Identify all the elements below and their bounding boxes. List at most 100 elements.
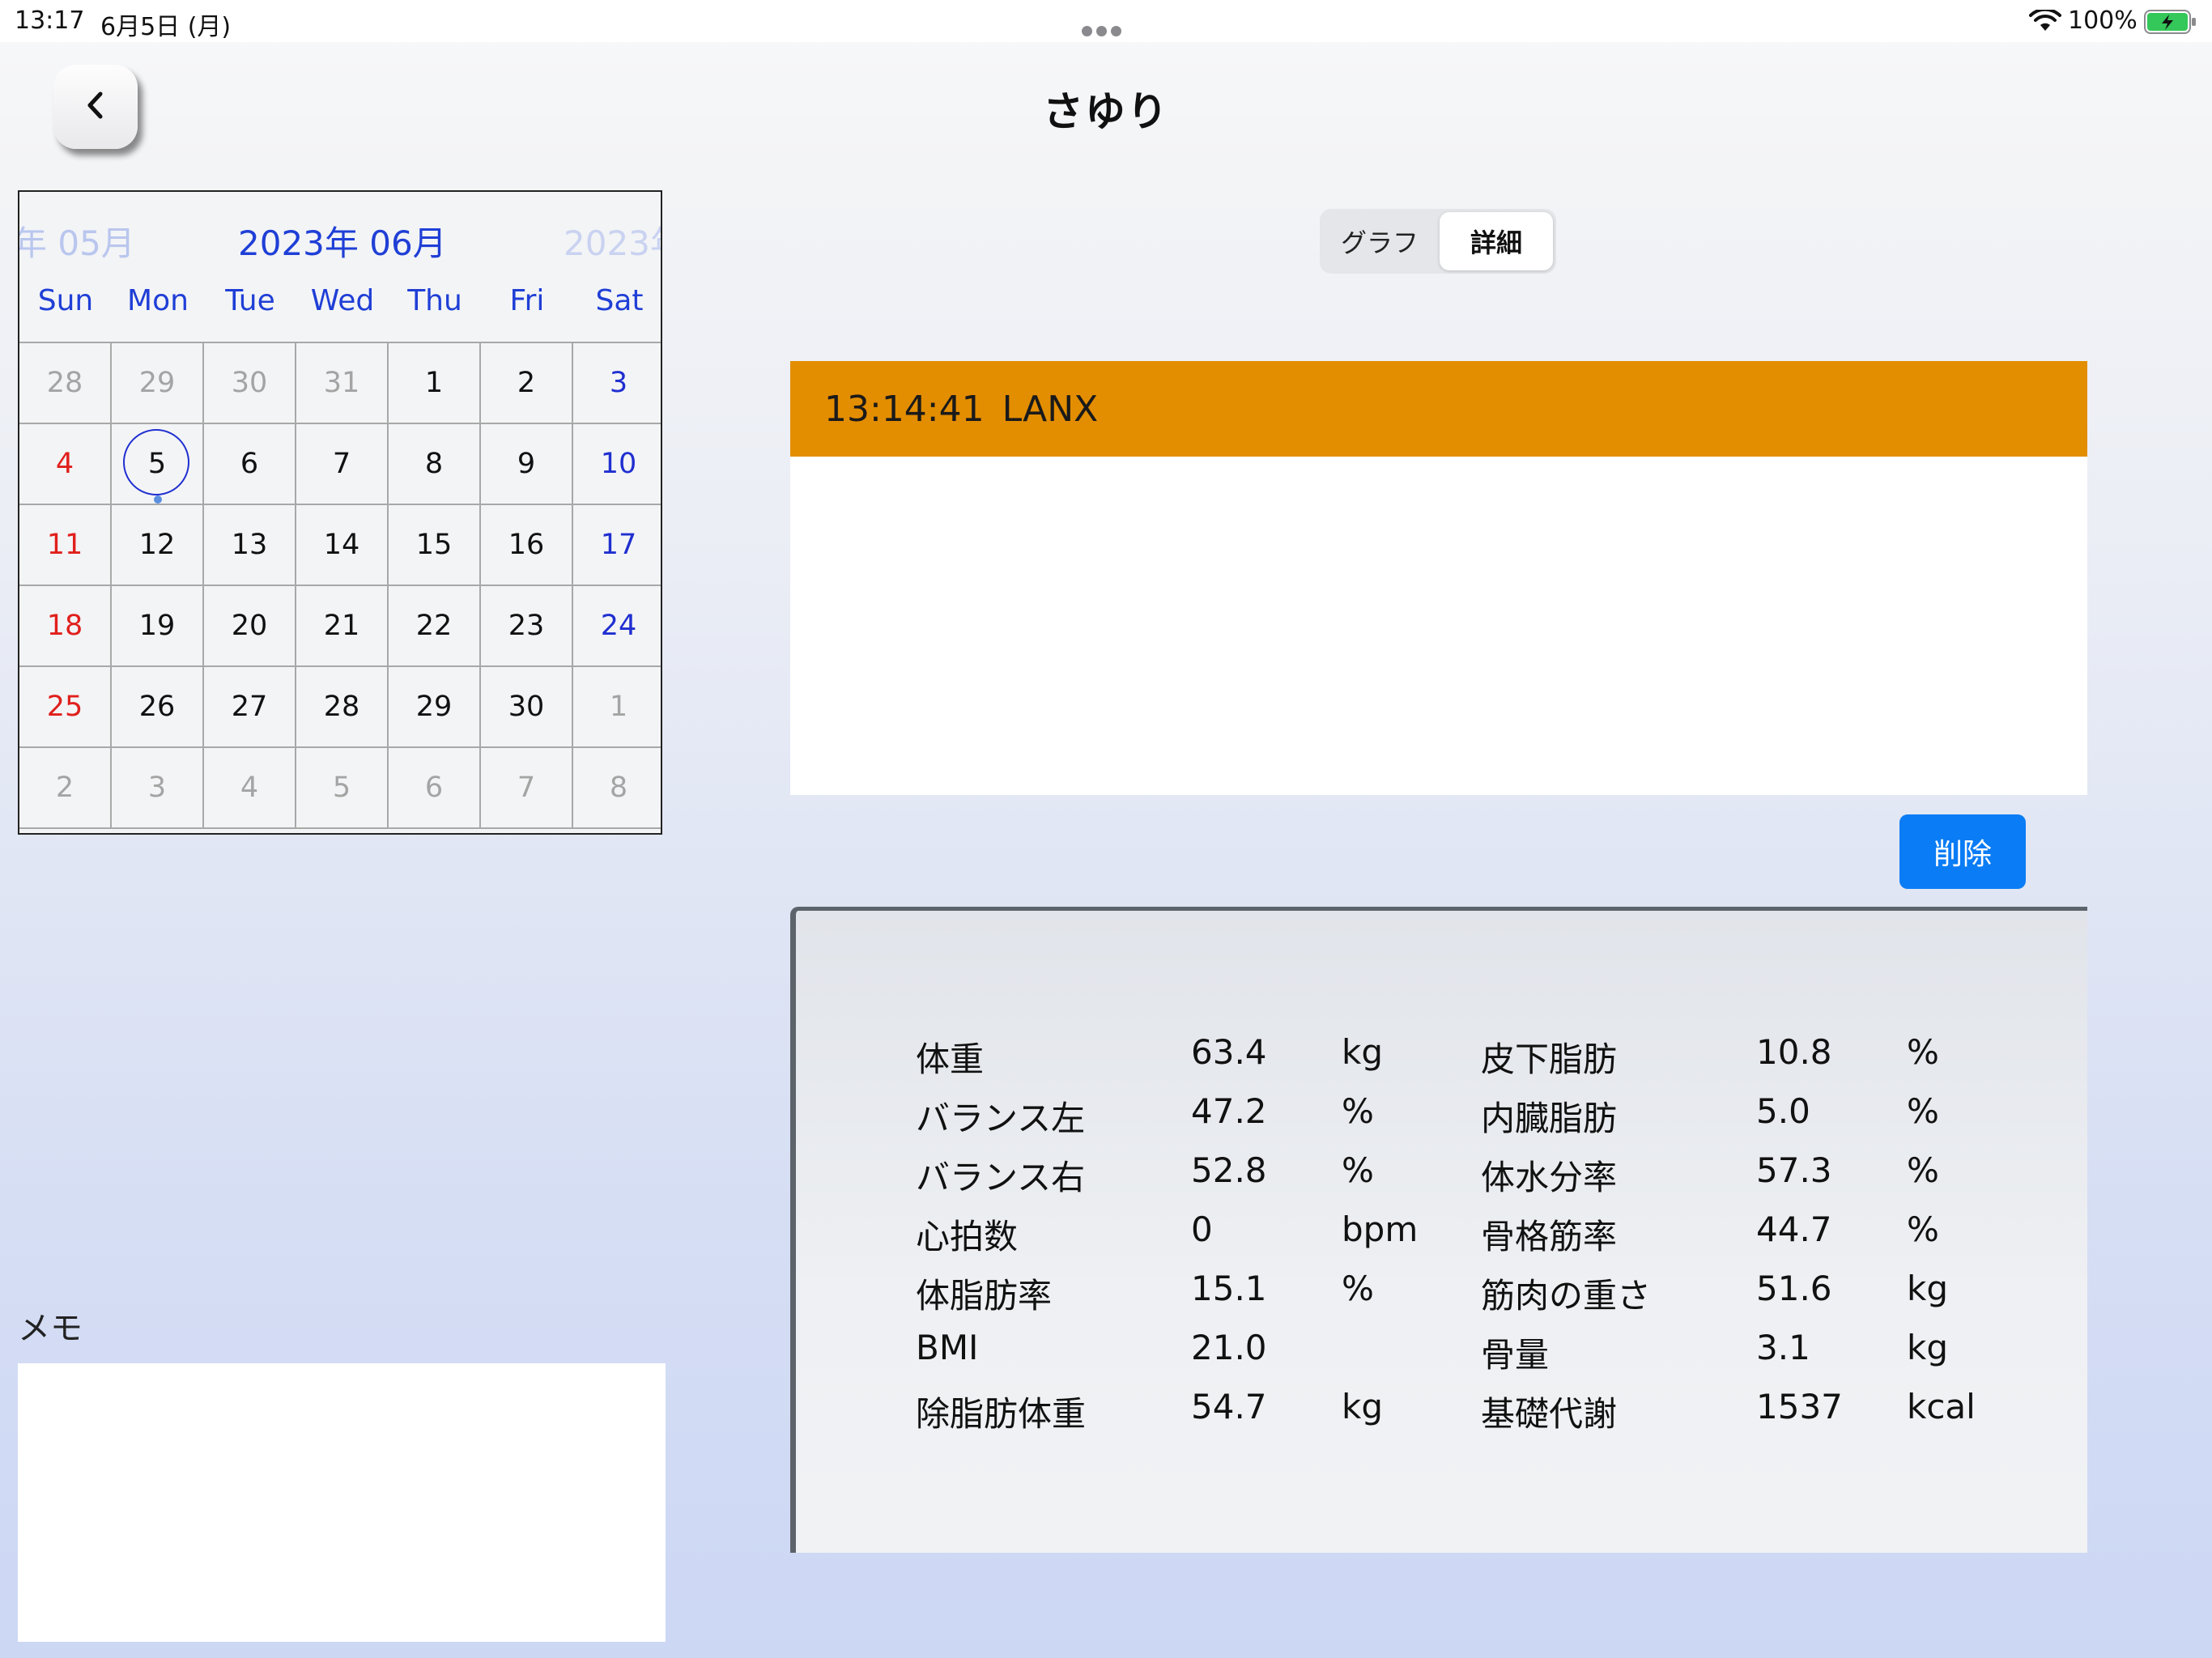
record-list: 13:14:41 LANX bbox=[790, 361, 2087, 795]
calendar-day-label: 7 bbox=[517, 772, 536, 804]
multitasking-dots-icon[interactable] bbox=[1082, 15, 1130, 36]
calendar-day-label: 31 bbox=[323, 367, 360, 399]
calendar-day[interactable]: 5 bbox=[112, 423, 204, 504]
calendar-day[interactable]: 26 bbox=[112, 665, 204, 746]
calendar-day-label: 28 bbox=[323, 691, 360, 723]
calendar-day[interactable]: 27 bbox=[204, 665, 296, 746]
calendar-prev-month[interactable]: 年 05月 bbox=[19, 216, 135, 266]
calendar-day-label: 18 bbox=[46, 610, 83, 642]
calendar-day[interactable]: 30 bbox=[481, 665, 573, 746]
calendar-day[interactable]: 2 bbox=[481, 342, 573, 423]
calendar-day[interactable]: 14 bbox=[296, 504, 389, 585]
calendar-day[interactable]: 3 bbox=[112, 746, 204, 827]
calendar-day[interactable]: 10 bbox=[573, 423, 661, 504]
calendar-day-label: 19 bbox=[138, 610, 176, 642]
calendar-day[interactable]: 17 bbox=[573, 504, 661, 585]
metric-value: 52.8 bbox=[1191, 1150, 1267, 1190]
record-item[interactable]: 13:14:41 LANX bbox=[790, 361, 2087, 457]
calendar-day-label: 6 bbox=[424, 772, 444, 804]
status-bar: 13:17 6月5日 (月) 100% bbox=[0, 0, 2212, 42]
calendar-day-label: 10 bbox=[600, 448, 637, 480]
metric-value: 15.1 bbox=[1191, 1269, 1267, 1308]
calendar-day-label: 8 bbox=[609, 772, 628, 804]
calendar-day[interactable]: 11 bbox=[19, 504, 112, 585]
calendar-day-label: 14 bbox=[323, 529, 360, 561]
calendar-day-label: 17 bbox=[600, 529, 637, 561]
weekday-fri: Fri bbox=[509, 284, 545, 317]
tab-graph[interactable]: グラフ bbox=[1323, 212, 1436, 270]
metric-name: バランス左 bbox=[916, 1099, 1086, 1138]
tab-detail[interactable]: 詳細 bbox=[1440, 212, 1553, 270]
calendar-day[interactable]: 21 bbox=[296, 585, 389, 665]
calendar-day[interactable]: 7 bbox=[296, 423, 389, 504]
calendar-day-label: 25 bbox=[46, 691, 83, 723]
metric-unit: kcal bbox=[1907, 1387, 1976, 1426]
view-segmented-control: グラフ 詳細 bbox=[1320, 209, 1556, 274]
selected-day-ring bbox=[123, 429, 189, 495]
calendar-day[interactable]: 24 bbox=[573, 585, 661, 665]
calendar-day[interactable]: 28 bbox=[296, 665, 389, 746]
calendar-day[interactable]: 13 bbox=[204, 504, 296, 585]
calendar-day[interactable]: 1 bbox=[573, 665, 661, 746]
metric-row: 除脂肪体重 54.7 kg 基礎代謝 1537 kcal bbox=[796, 1387, 2093, 1435]
calendar-day[interactable]: 15 bbox=[389, 504, 481, 585]
calendar-day[interactable]: 31 bbox=[296, 342, 389, 423]
calendar-day[interactable]: 20 bbox=[204, 585, 296, 665]
calendar-day[interactable]: 18 bbox=[19, 585, 112, 665]
calendar-day[interactable]: 29 bbox=[389, 665, 481, 746]
weekday-tue: Tue bbox=[225, 284, 275, 317]
delete-button[interactable]: 削除 bbox=[1899, 814, 2026, 889]
calendar-day[interactable]: 28 bbox=[19, 342, 112, 423]
calendar-day-label: 30 bbox=[231, 367, 268, 399]
metric-unit: kg bbox=[1342, 1387, 1383, 1426]
calendar-day[interactable]: 30 bbox=[204, 342, 296, 423]
calendar-day[interactable]: 9 bbox=[481, 423, 573, 504]
calendar-day[interactable]: 19 bbox=[112, 585, 204, 665]
metric-value: 57.3 bbox=[1756, 1150, 1832, 1190]
calendar-day-label: 27 bbox=[231, 691, 268, 723]
calendar-day[interactable]: 3 bbox=[573, 342, 661, 423]
metric-value: 21.0 bbox=[1191, 1328, 1267, 1367]
metric-unit: % bbox=[1907, 1032, 1939, 1072]
calendar-day-label: 20 bbox=[231, 610, 268, 642]
calendar-day[interactable]: 4 bbox=[19, 423, 112, 504]
calendar-day[interactable]: 8 bbox=[389, 423, 481, 504]
calendar-day-label: 15 bbox=[415, 529, 453, 561]
metric-unit: % bbox=[1342, 1150, 1374, 1190]
metric-name: 体重 bbox=[916, 1039, 985, 1079]
calendar-day-label: 5 bbox=[332, 772, 351, 804]
calendar-day[interactable]: 1 bbox=[389, 342, 481, 423]
calendar-day[interactable]: 8 bbox=[573, 746, 661, 827]
metric-unit: kg bbox=[1342, 1032, 1383, 1072]
calendar-day-label: 11 bbox=[46, 529, 83, 561]
calendar-day[interactable]: 6 bbox=[389, 746, 481, 827]
metric-unit: % bbox=[1342, 1269, 1374, 1308]
metric-value: 51.6 bbox=[1756, 1269, 1832, 1308]
calendar-day[interactable]: 2 bbox=[19, 746, 112, 827]
metric-name: 体水分率 bbox=[1481, 1158, 1618, 1197]
metric-name: 骨量 bbox=[1481, 1335, 1550, 1375]
calendar-weekday-header: Sun Mon Tue Wed Thu Fri Sat bbox=[19, 284, 661, 325]
calendar-day[interactable]: 4 bbox=[204, 746, 296, 827]
calendar-day[interactable]: 7 bbox=[481, 746, 573, 827]
calendar-day[interactable]: 25 bbox=[19, 665, 112, 746]
weekday-wed: Wed bbox=[310, 284, 375, 317]
metric-name: 基礎代謝 bbox=[1481, 1394, 1618, 1434]
calendar-day[interactable]: 12 bbox=[112, 504, 204, 585]
memo-label: メモ bbox=[18, 1310, 83, 1347]
metric-value: 44.7 bbox=[1756, 1209, 1832, 1249]
calendar-day-label: 23 bbox=[508, 610, 545, 642]
calendar-day[interactable]: 6 bbox=[204, 423, 296, 504]
calendar-day[interactable]: 22 bbox=[389, 585, 481, 665]
back-button[interactable] bbox=[53, 65, 138, 149]
metric-name: BMI bbox=[916, 1328, 979, 1367]
calendar-day[interactable]: 16 bbox=[481, 504, 573, 585]
calendar-day[interactable]: 5 bbox=[296, 746, 389, 827]
calendar-day[interactable]: 29 bbox=[112, 342, 204, 423]
memo-textarea[interactable] bbox=[18, 1363, 666, 1642]
calendar-day[interactable]: 23 bbox=[481, 585, 573, 665]
event-dot-icon bbox=[154, 495, 162, 504]
record-device: LANX bbox=[1002, 388, 1099, 430]
metric-row: バランス左 47.2 % 内臓脂肪 5.0 % bbox=[796, 1091, 2093, 1140]
calendar-next-month[interactable]: 2023年 bbox=[564, 216, 661, 266]
